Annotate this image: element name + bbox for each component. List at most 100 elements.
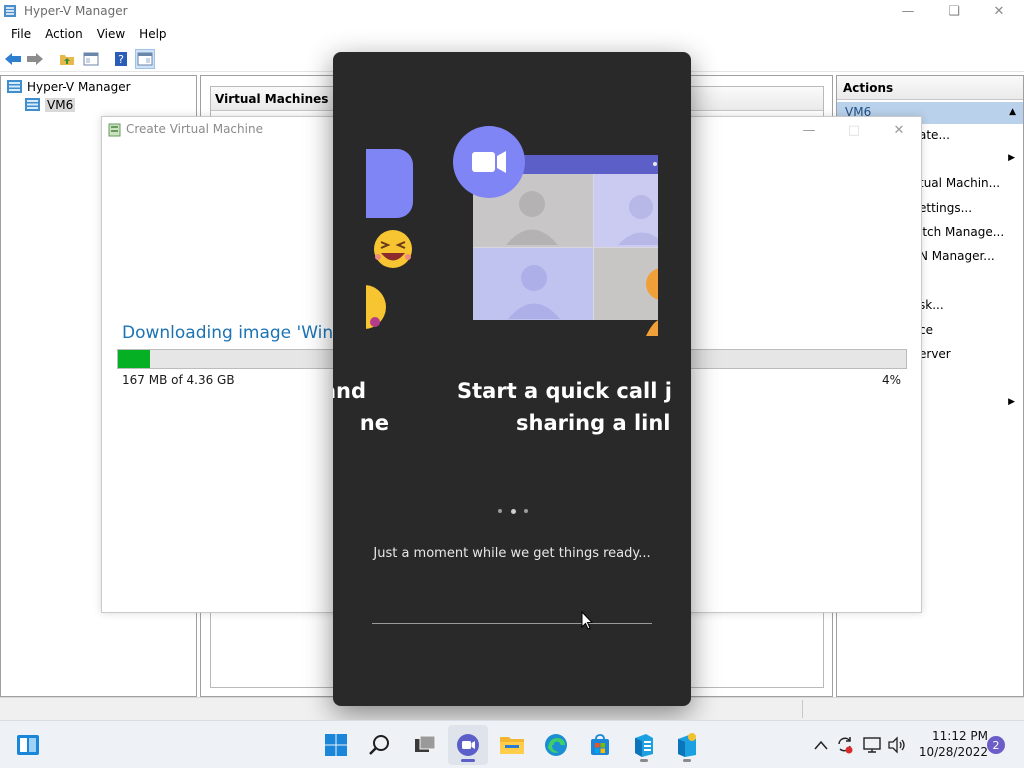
tree-item-vm6[interactable]: VM6 [25,96,76,113]
action-label: N Manager... [919,249,995,263]
download-percent-text: 4% [881,373,901,387]
clock[interactable]: 11:12 PM 10/28/2022 [912,728,988,760]
partial-emoji-icon [366,285,386,329]
hyperv-app-icon [4,5,16,17]
widgets-icon [17,735,39,755]
download-size-text: 167 MB of 4.36 GB [122,373,235,387]
purple-tile-shape [366,149,413,218]
tree-item-hyperv-manager[interactable]: Hyper-V Manager [7,78,131,95]
sync-status-button[interactable] [835,735,855,755]
submenu-arrow-icon: ▶ [1008,397,1015,407]
create-vm-taskbar-button[interactable] [667,725,707,765]
close-icon: ✕ [893,122,905,138]
up-folder-button[interactable] [57,49,77,69]
restore-icon: ❏ [948,4,960,19]
show-hidden-icons-button[interactable] [811,735,831,755]
back-button[interactable] [3,49,23,69]
task-view-icon [415,735,436,752]
help-icon: ? [115,52,127,66]
laughing-emoji-icon [374,230,412,268]
action-label: erver [919,347,951,361]
minimize-icon: — [802,122,816,138]
carousel-dot[interactable] [524,509,528,513]
carousel-dots [498,507,528,515]
help-button[interactable]: ? [111,49,131,69]
action-label: ate... [919,128,950,142]
carousel-dot[interactable] [498,509,502,513]
file-explorer-button[interactable] [492,725,532,765]
folder-up-icon [60,55,74,65]
console-tree-icon [83,52,99,66]
server-icon [25,98,40,111]
network-icon [863,737,881,753]
minimize-button[interactable]: — [885,0,931,23]
menu-action[interactable]: Action [38,23,90,45]
back-arrow-icon [5,53,21,65]
previous-slide-title-line1: ily and [333,379,366,403]
menu-view[interactable]: View [90,23,132,45]
quick-create-icon [678,733,696,757]
loading-line [372,623,652,624]
store-bag-icon [591,734,609,755]
menu-file[interactable]: File [4,23,38,45]
window-title: Hyper-V Manager [24,4,128,18]
action-label: sk... [919,298,944,312]
teams-chat-icon [457,734,479,756]
teams-chat-button[interactable] [448,725,488,765]
close-icon: ✕ [993,4,1005,19]
volume-button[interactable] [887,735,907,755]
close-button[interactable]: ✕ [976,0,1022,23]
start-button[interactable] [316,725,356,765]
action-pane-icon [137,52,153,66]
title-bar: Hyper-V Manager — ❏ ✕ [0,0,1024,23]
hyperv-server-icon [7,80,22,93]
clock-time: 11:12 PM [932,729,988,743]
search-button[interactable] [360,725,400,765]
clock-date: 10/28/2022 [918,745,988,759]
search-icon [369,735,389,755]
folder-icon [500,737,524,754]
notification-badge[interactable]: 2 [987,736,1005,754]
svg-text:?: ? [118,53,124,66]
tree-item-label: Hyper-V Manager [27,79,131,94]
menu-bar: File Action View Help [0,23,1024,45]
download-heading: Downloading image 'Wind [122,323,344,343]
show-hide-console-tree-button[interactable] [81,49,101,69]
widgets-button[interactable] [8,725,48,765]
video-camera-icon [453,126,525,198]
teams-splash-window: ily and ne Start a quick call j sharing … [333,52,691,706]
running-indicator [683,759,691,762]
dialog-maximize-button[interactable]: □ [832,119,876,141]
download-progress-fill [118,350,150,368]
hyperv-manager-icon [635,734,653,757]
action-label: tual Machin... [919,176,1001,190]
carousel-dot-active[interactable] [510,508,516,514]
network-button[interactable] [862,735,882,755]
collapse-icon: ▲ [1009,107,1016,117]
maximize-icon: □ [847,122,861,138]
edge-button[interactable] [536,725,576,765]
window-dot [653,162,657,166]
task-view-button[interactable] [405,725,445,765]
show-hide-action-pane-button[interactable] [135,49,155,69]
menu-help[interactable]: Help [132,23,173,45]
edge-browser-icon [545,734,567,756]
dialog-minimize-button[interactable]: — [787,119,831,141]
forward-arrow-icon [27,53,43,65]
dialog-close-button[interactable]: ✕ [877,119,921,141]
loading-message: Just a moment while we get things ready.… [373,546,651,561]
restore-button[interactable]: ❏ [931,0,977,23]
windows-logo-icon [325,734,347,756]
slide-title-line2: sharing a linl [516,411,671,435]
microsoft-store-button[interactable] [580,725,620,765]
chevron-up-icon [814,740,828,750]
tree-item-label: VM6 [45,97,76,112]
sync-error-icon [838,737,853,754]
actions-header: Actions [837,76,1023,100]
active-indicator [461,759,475,762]
status-separator [802,700,803,718]
submenu-arrow-icon: ▶ [1008,153,1015,163]
action-label: ettings... [919,201,973,215]
forward-button[interactable] [25,49,45,69]
hyperv-manager-taskbar-button[interactable] [624,725,664,765]
